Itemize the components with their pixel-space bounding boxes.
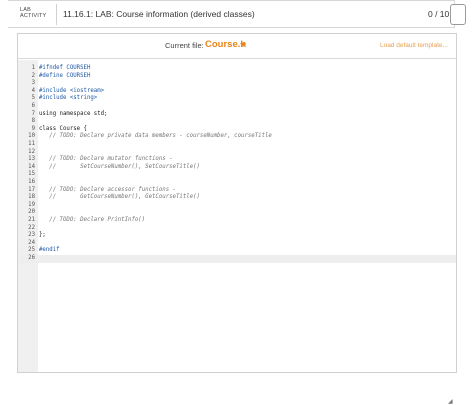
code-line[interactable]: 8 [18, 118, 456, 126]
score-badge-icon [450, 4, 466, 25]
lab-label-line2: ACTIVITY [20, 13, 47, 19]
code-text: // TODO: Declare PrintInfo() [39, 217, 146, 223]
code-text: using namespace std; [39, 110, 108, 117]
header-divider [56, 4, 57, 25]
code-text: #ifndef COURSEH [39, 65, 91, 71]
line-number: 11 [28, 141, 35, 147]
code-line[interactable]: 15 [18, 171, 456, 179]
code-text: // TODO: Declare accessor functions - [39, 186, 176, 193]
code-text: #include <iostream> [39, 87, 105, 94]
code-line[interactable]: 26 [18, 255, 456, 263]
code-text: // TODO: Declare private data members - … [39, 133, 272, 140]
code-line[interactable]: 2 #define COURSEH [18, 73, 456, 81]
line-number: 12 [28, 148, 35, 155]
line-number: 8 [31, 118, 35, 125]
code-line[interactable]: 25 #endif [18, 247, 456, 255]
line-number: 15 [28, 171, 35, 178]
code-text: // SetCourseNumber(), SetCourseTitle() [39, 163, 200, 170]
chevron-down-icon[interactable] [240, 43, 246, 47]
lab-title: 11.16.1: LAB: Course information (derive… [63, 9, 255, 19]
code-line[interactable]: 1 #ifndef COURSEH [18, 65, 456, 73]
line-number: 9 [31, 125, 35, 132]
code-line[interactable]: 16 [18, 179, 456, 187]
code-text: #include <string> [39, 95, 98, 102]
line-number: 19 [28, 201, 35, 208]
code-line[interactable]: 18 // GetCourseNumber(), GetCourseTitle(… [18, 194, 456, 202]
line-number: 2 [31, 72, 35, 79]
code-line[interactable]: 23}; [18, 232, 456, 240]
line-number: 26 [28, 255, 35, 261]
line-number: 7 [31, 110, 35, 117]
line-number: 21 [28, 217, 35, 223]
code-line[interactable]: 6 [18, 103, 456, 111]
line-number: 14 [28, 163, 35, 170]
line-number: 17 [28, 186, 35, 193]
line-number: 13 [28, 156, 35, 163]
code-line[interactable]: 17 // TODO: Declare accessor functions - [18, 187, 456, 195]
code-line[interactable]: 4 #include <iostream> [18, 88, 456, 96]
code-line[interactable]: 24 [18, 240, 456, 248]
code-line[interactable]: 22 [18, 225, 456, 233]
line-number: 6 [31, 103, 35, 109]
left-rail [0, 0, 8, 375]
line-number: 24 [28, 239, 35, 246]
code-line[interactable]: 21 // TODO: Declare PrintInfo() [18, 217, 456, 225]
line-number: 1 [31, 65, 35, 71]
line-number: 25 [28, 247, 35, 254]
code-line[interactable]: 11 [18, 141, 456, 149]
code-text: // GetCourseNumber(), GetCourseTitle() [39, 194, 200, 201]
code-line[interactable]: 9 class Course { [18, 126, 456, 134]
code-line[interactable]: 5 #include <string> [18, 95, 456, 103]
code-line[interactable]: 7 using namespace std; [18, 111, 456, 119]
line-number: 4 [31, 87, 35, 94]
lab-header: LAB ACTIVITY 11.16.1: LAB: Course inform… [8, 0, 466, 28]
line-number: 18 [28, 194, 35, 201]
line-number: 3 [31, 80, 35, 87]
code-panel: Current file: Course.h Load default temp… [17, 33, 457, 405]
code-line[interactable]: 3 [18, 80, 456, 88]
resize-handle-icon[interactable]: ◢ [448, 398, 453, 405]
line-number: 22 [28, 224, 35, 231]
code-text: #endif [39, 247, 60, 254]
line-number: 20 [28, 209, 35, 216]
score-text: 0 / 10 [428, 9, 450, 19]
code-line[interactable]: 20 [18, 209, 456, 217]
line-number: 16 [28, 179, 35, 185]
code-line[interactable]: 10 // TODO: Declare private data members… [18, 133, 456, 141]
code-line[interactable]: 13 // TODO: Declare mutator functions - [18, 156, 456, 164]
line-number: 23 [28, 232, 35, 239]
code-text: // TODO: Declare mutator functions - [39, 156, 173, 163]
code-text: #define COURSEH [39, 72, 91, 79]
code-text: }; [39, 232, 46, 239]
code-text: class Course { [39, 125, 87, 132]
load-default-template-link[interactable]: Load default template... [380, 42, 448, 49]
lab-activity-label: LAB ACTIVITY [20, 7, 47, 19]
code-line[interactable]: 19 [18, 202, 456, 210]
code-line[interactable]: 12 [18, 149, 456, 157]
code-line[interactable]: 14 // SetCourseNumber(), SetCourseTitle(… [18, 164, 456, 172]
line-number: 10 [28, 133, 35, 140]
line-number: 5 [31, 95, 35, 102]
current-file-label: Current file: [165, 41, 204, 50]
code-editor[interactable]: 1 #ifndef COURSEH 2 #define COURSEH 3 4 #inclu… [18, 60, 456, 372]
editor-toolbar: Current file: Course.h Load default temp… [18, 34, 456, 59]
